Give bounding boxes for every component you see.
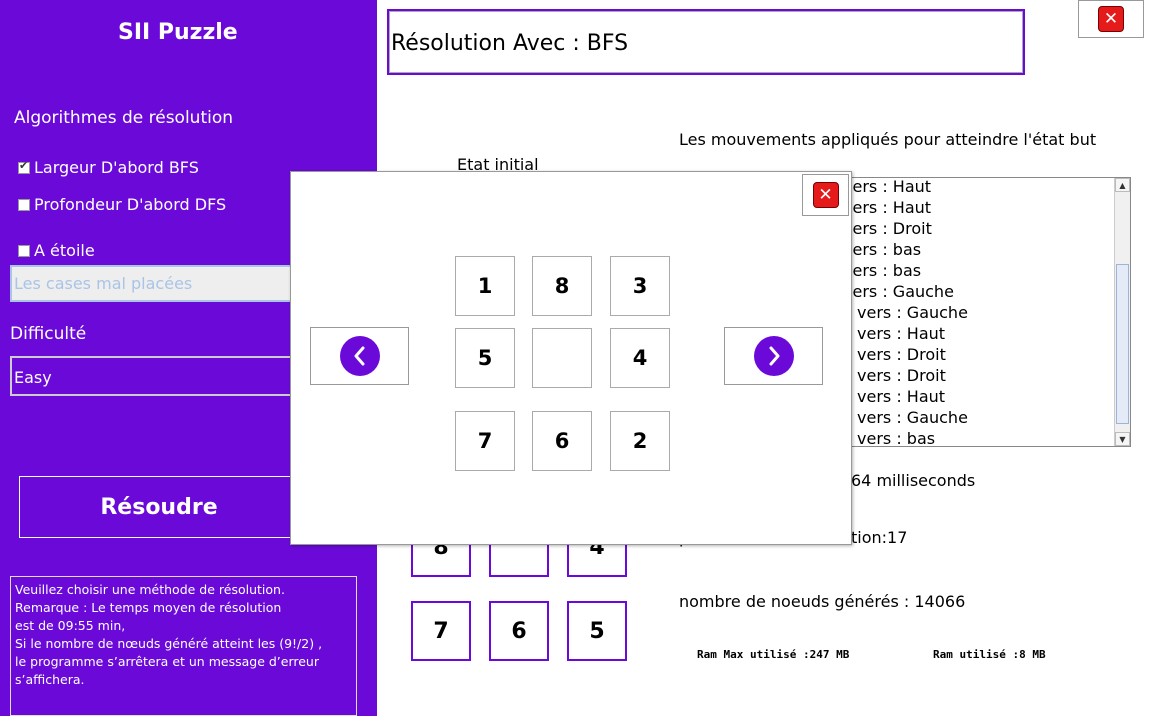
- difficulty-label: Difficulté: [10, 324, 87, 344]
- notice-line: s’affichera.: [15, 672, 85, 687]
- chevron-right-icon: [753, 336, 794, 376]
- checkbox-label: A étoile: [34, 241, 95, 260]
- checkbox-box[interactable]: [18, 244, 30, 257]
- checkbox-astar[interactable]: A étoile: [18, 241, 95, 260]
- modal-close-button[interactable]: ✕: [802, 174, 849, 216]
- checkbox-dfs[interactable]: Profondeur D'abord DFS: [18, 195, 226, 214]
- puzzle-tile: 4: [610, 328, 670, 388]
- ram-max-text: Ram Max utilisé :247 MB: [697, 648, 850, 661]
- algorithm-header: Résolution Avec : BFS: [387, 9, 1025, 75]
- difficulty-select[interactable]: Easy: [10, 356, 300, 396]
- app-title: SII Puzzle: [118, 20, 238, 45]
- close-icon: ✕: [1098, 6, 1124, 32]
- moves-scrollbar[interactable]: ▲ ▼: [1114, 178, 1130, 446]
- scroll-up-icon[interactable]: ▲: [1115, 178, 1130, 192]
- checkbox-bfs[interactable]: Largeur D'abord BFS: [18, 158, 199, 177]
- previous-step-button[interactable]: [310, 327, 409, 385]
- puzzle-tile: 6: [489, 601, 549, 661]
- algorithms-title: Algorithmes de résolution: [14, 108, 234, 128]
- puzzle-tile: 8: [532, 256, 592, 316]
- puzzle-tile: 7: [455, 411, 515, 471]
- heuristic-select[interactable]: Les cases mal placées: [10, 265, 300, 302]
- moves-title: Les mouvements appliqués pour atteindre …: [679, 130, 1097, 149]
- puzzle-tile: 6: [532, 411, 592, 471]
- solution-modal: ✕ 1 8 3 5 4 7 6 2: [290, 171, 852, 545]
- depth-text: tion:17: [851, 528, 908, 547]
- checkbox-label: Largeur D'abord BFS: [34, 158, 199, 177]
- next-step-button[interactable]: [724, 327, 823, 385]
- solve-button[interactable]: Résoudre: [19, 476, 299, 538]
- puzzle-tile: 5: [455, 328, 515, 388]
- puzzle-tile: 7: [411, 601, 471, 661]
- ram-used-text: Ram utilisé :8 MB: [933, 648, 1046, 661]
- nodes-text: nombre de noeuds générés : 14066: [679, 592, 966, 611]
- notice-line: Si le nombre de nœuds généré atteint les…: [15, 636, 323, 651]
- scroll-thumb[interactable]: [1116, 264, 1129, 424]
- checkbox-label: Profondeur D'abord DFS: [34, 195, 227, 214]
- close-window-button[interactable]: ✕: [1078, 0, 1144, 38]
- notice-box: Veuillez choisir une méthode de résoluti…: [10, 576, 357, 716]
- scroll-down-icon[interactable]: ▼: [1115, 432, 1130, 446]
- notice-line: Remarque : Le temps moyen de résolution: [15, 600, 282, 615]
- chevron-left-icon: [339, 336, 380, 376]
- checkbox-box[interactable]: [18, 159, 30, 174]
- notice-line: est de 09:55 min,: [15, 618, 126, 633]
- notice-line: le programme s’arrêtera et un message d’…: [15, 654, 319, 669]
- close-icon: ✕: [812, 182, 839, 208]
- checkbox-box[interactable]: [18, 198, 30, 211]
- puzzle-tile: 1: [455, 256, 515, 316]
- notice-line: Veuillez choisir une méthode de résoluti…: [15, 582, 285, 597]
- puzzle-tile: 3: [610, 256, 670, 316]
- puzzle-tile: [532, 328, 592, 388]
- puzzle-tile: 2: [610, 411, 670, 471]
- puzzle-tile: 5: [567, 601, 627, 661]
- time-text: 64 milliseconds: [851, 471, 976, 490]
